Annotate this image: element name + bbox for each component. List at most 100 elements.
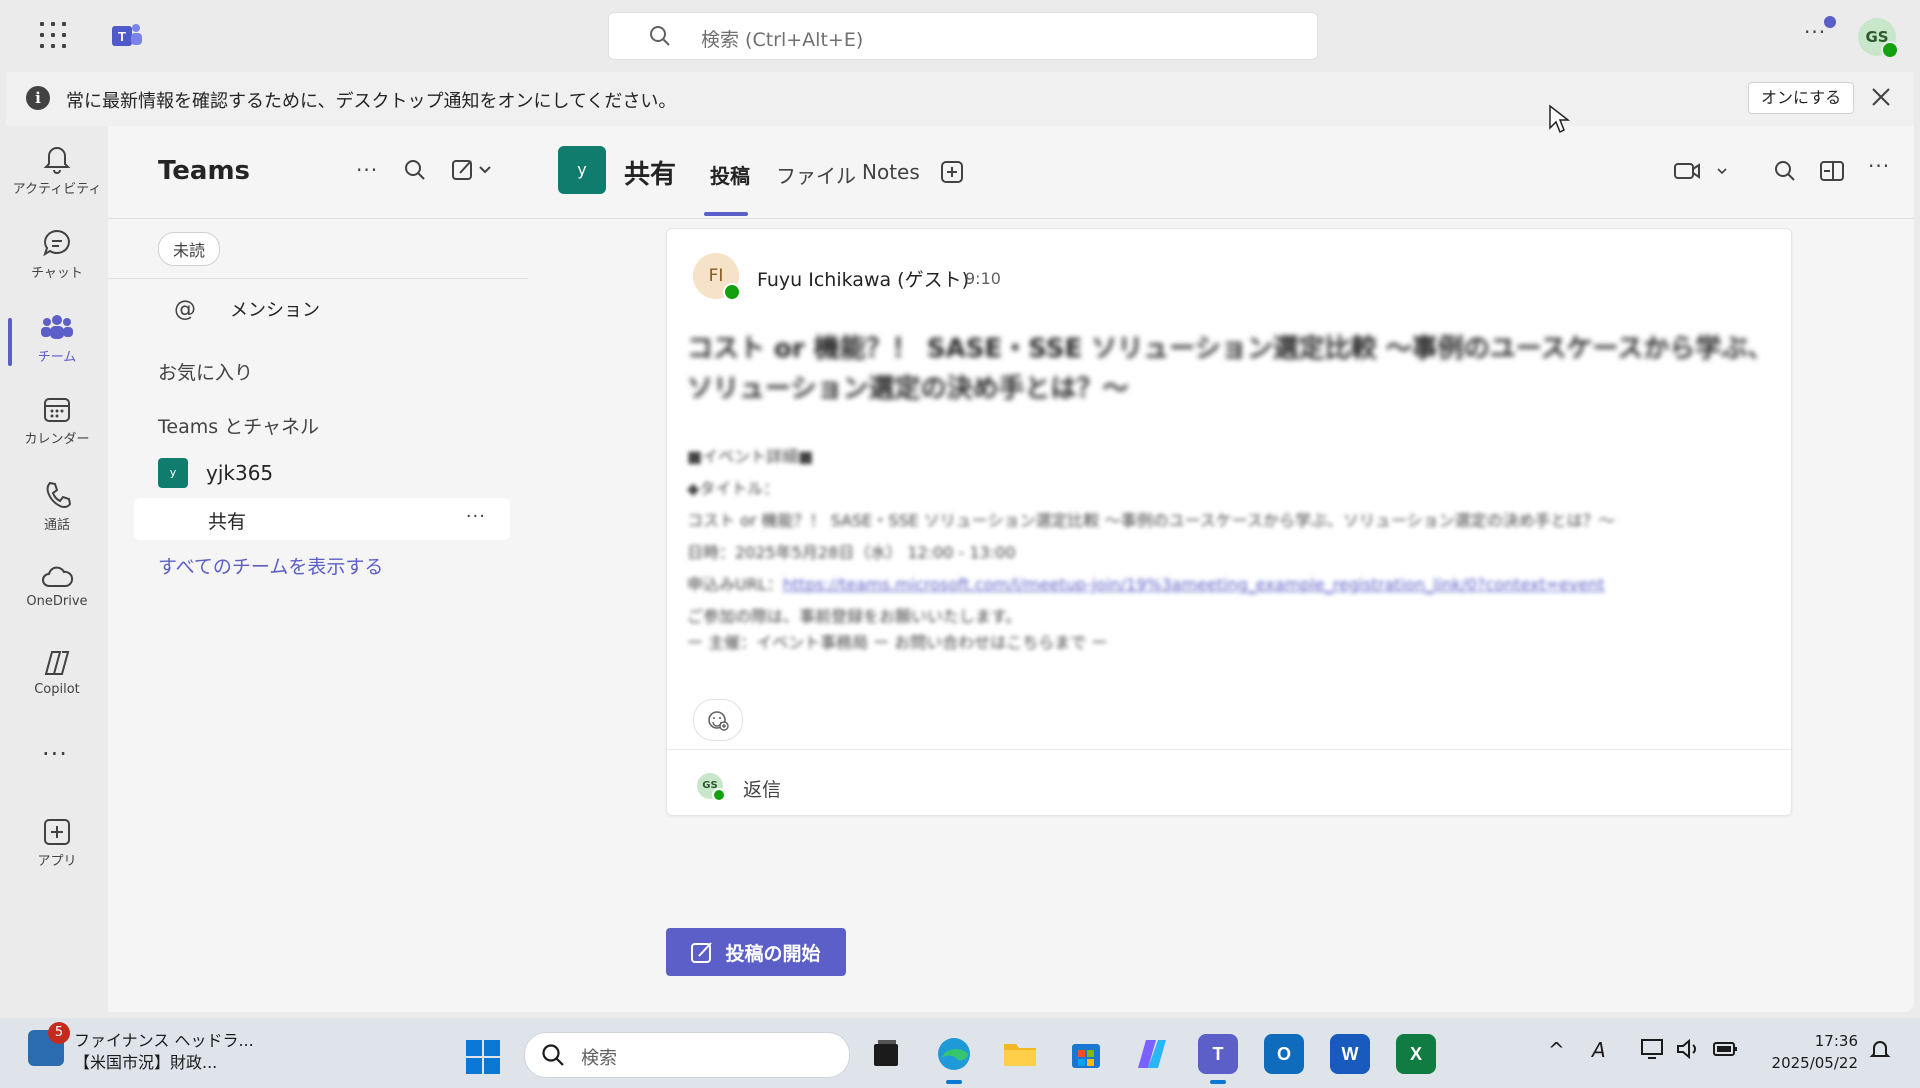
- post-time: 9:10: [965, 269, 1001, 288]
- store-icon[interactable]: [1066, 1034, 1106, 1074]
- copilot-icon: [44, 651, 70, 675]
- title-bar: T 検索 (Ctrl+Alt+E) ··· GS: [6, 0, 1914, 72]
- search-icon[interactable]: [404, 159, 426, 181]
- pane-actions: ···: [356, 158, 492, 182]
- at-icon: @: [174, 296, 196, 322]
- tab-files[interactable]: ファイル: [776, 160, 856, 189]
- teams-channels-section[interactable]: Teams とチャネル: [158, 412, 319, 439]
- file-explorer-icon[interactable]: [1000, 1034, 1040, 1074]
- word-letter: W: [1341, 1043, 1359, 1064]
- rail-label: Copilot: [34, 682, 80, 697]
- presence-available-icon: [712, 788, 726, 802]
- search-icon[interactable]: [1774, 160, 1796, 182]
- rail-item-apps[interactable]: アプリ: [6, 806, 108, 886]
- network-icon[interactable]: [1640, 1038, 1666, 1060]
- rail-label: チーム: [37, 350, 77, 365]
- volume-icon[interactable]: [1676, 1038, 1702, 1060]
- copilot-app-icon[interactable]: [1132, 1034, 1172, 1074]
- battery-icon[interactable]: [1712, 1038, 1740, 1060]
- reply-button[interactable]: 返信: [743, 775, 781, 802]
- enable-notifications-button[interactable]: オンにする: [1748, 82, 1855, 114]
- windows-start-icon[interactable]: [466, 1040, 500, 1074]
- user-avatar[interactable]: GS: [1858, 18, 1899, 59]
- more-options-icon[interactable]: ···: [1868, 154, 1890, 178]
- search-placeholder: 検索 (Ctrl+Alt+E): [701, 29, 864, 51]
- taskbar-search-placeholder: 検索: [581, 1048, 617, 1069]
- more-options-icon[interactable]: ···: [1804, 20, 1826, 44]
- word-icon[interactable]: W: [1330, 1034, 1370, 1074]
- search-box[interactable]: 検索 (Ctrl+Alt+E): [608, 12, 1318, 60]
- start-post-button[interactable]: 投稿の開始: [666, 928, 846, 976]
- tab-posts[interactable]: 投稿: [710, 160, 750, 189]
- windows-taskbar: 5 ファイナンス ヘッドラ... 【米国市況】財政... 検索 T O W X …: [0, 1018, 1920, 1088]
- registration-link[interactable]: https://teams.microsoft.com/l/meetup-joi…: [783, 575, 1605, 594]
- divider: [667, 749, 1791, 750]
- tray-overflow-icon[interactable]: ^: [1548, 1038, 1565, 1062]
- channel-title: 共有: [624, 160, 677, 190]
- divider: [108, 218, 528, 219]
- notification-center-icon[interactable]: [1868, 1038, 1892, 1062]
- teams-app-icon[interactable]: T: [1198, 1034, 1238, 1084]
- channel-item-shared[interactable]: 共有 ···: [134, 498, 510, 540]
- rail-item-calendar[interactable]: カレンダー: [6, 384, 108, 464]
- taskbar-search[interactable]: 検索: [524, 1032, 850, 1078]
- favorites-section[interactable]: お気に入り: [158, 358, 253, 385]
- rail-item-chat[interactable]: チャット: [6, 216, 108, 296]
- ime-icon[interactable]: A: [1592, 1038, 1606, 1062]
- post-card: FI Fuyu Ichikawa (ゲスト) 9:10 コスト or 機能？！ …: [666, 228, 1792, 816]
- mentions-label: メンション: [230, 300, 320, 321]
- mentions-item[interactable]: @ メンション: [174, 296, 320, 322]
- outlook-icon[interactable]: O: [1264, 1034, 1304, 1074]
- channel-more-icon[interactable]: ···: [466, 506, 486, 527]
- news-widget[interactable]: ファイナンス ヘッドラ... 【米国市況】財政...: [74, 1030, 254, 1074]
- calendar-icon: [44, 398, 70, 422]
- team-item-yjk365[interactable]: y yjk365: [158, 458, 273, 488]
- rail-item-calls[interactable]: 通話: [6, 468, 108, 548]
- active-tab-indicator: [704, 212, 748, 216]
- store-glyph: [1072, 1044, 1100, 1068]
- rail-item-copilot[interactable]: Copilot: [6, 636, 108, 716]
- system-clock[interactable]: 17:36 2025/05/22: [1762, 1030, 1858, 1074]
- outlook-letter: O: [1276, 1043, 1291, 1064]
- unread-filter-chip[interactable]: 未読: [158, 232, 221, 266]
- compose-icon[interactable]: [452, 158, 492, 182]
- presence-available-icon: [723, 283, 741, 301]
- app-rail: アクティビティ チャット チーム カレンダー 通話 OneDrive Copil…: [6, 126, 108, 1012]
- rail-label: アプリ: [37, 854, 77, 869]
- app-launcher-icon[interactable]: [40, 22, 66, 48]
- teams-app-letter: T: [1212, 1043, 1224, 1064]
- team-name: yjk365: [206, 461, 274, 485]
- author-avatar[interactable]: FI: [693, 253, 741, 301]
- channel-info-icon[interactable]: [1820, 160, 1844, 182]
- rail-item-activity[interactable]: アクティビティ: [6, 132, 108, 212]
- post-body: ■イベント詳細■ ◆タイトル： コスト or 機能？！ SASE・SSE ソリュ…: [687, 441, 1777, 653]
- meet-video-icon[interactable]: [1674, 160, 1730, 182]
- task-view-icon[interactable]: [866, 1034, 906, 1074]
- tab-notes[interactable]: Notes: [862, 160, 920, 184]
- excel-icon[interactable]: X: [1396, 1034, 1436, 1074]
- more-apps-icon[interactable]: ···: [42, 740, 68, 768]
- author-initials: FI: [708, 266, 724, 286]
- teams-icon: [41, 315, 73, 339]
- rail-item-onedrive[interactable]: OneDrive: [6, 552, 108, 632]
- show-all-teams-link[interactable]: すべてのチームを表示する: [158, 552, 383, 579]
- rail-item-teams[interactable]: チーム: [6, 300, 108, 380]
- mouse-cursor-icon: [1549, 104, 1570, 134]
- add-tab-icon[interactable]: [940, 160, 964, 184]
- post-line: ◆タイトル：: [687, 479, 780, 498]
- news-widget-icon[interactable]: 5: [28, 1022, 70, 1066]
- info-icon: i: [26, 86, 50, 110]
- rail-label: OneDrive: [26, 594, 88, 609]
- folder-glyph: [1004, 1044, 1036, 1066]
- edge-icon[interactable]: [934, 1034, 974, 1084]
- copilot-glyph: [1138, 1040, 1166, 1068]
- excel-letter: X: [1409, 1043, 1422, 1064]
- svg-text:T: T: [118, 29, 126, 44]
- channel-header: y 共有 投稿 ファイル Notes ···: [528, 126, 1914, 219]
- more-options-icon[interactable]: ···: [356, 158, 378, 182]
- add-reaction-button[interactable]: [693, 699, 743, 741]
- teams-logo-icon: T: [112, 24, 142, 46]
- news-badge: 5: [48, 1022, 70, 1044]
- close-icon[interactable]: [1868, 84, 1894, 110]
- post-author[interactable]: Fuyu Ichikawa (ゲスト): [757, 265, 969, 292]
